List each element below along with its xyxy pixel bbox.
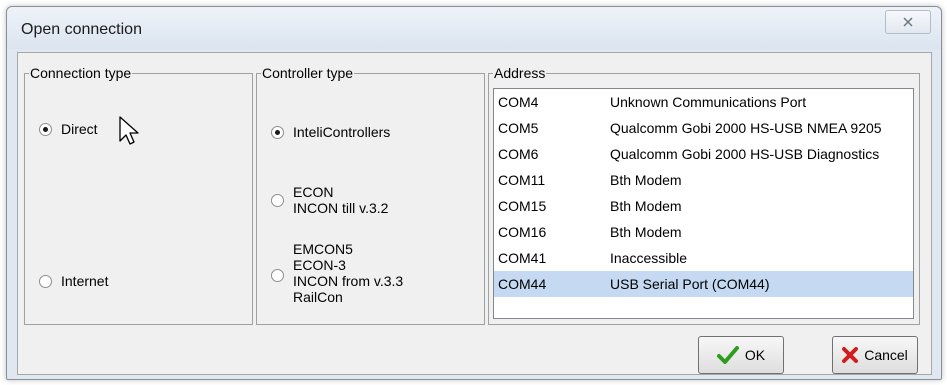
close-icon <box>903 17 913 27</box>
controller-type-group: Controller type InteliControllers ECON I… <box>256 65 485 325</box>
port-description: Bth Modem <box>610 198 682 214</box>
port-description: Bth Modem <box>610 172 682 188</box>
radio-intelicontrollers-label: InteliControllers <box>293 124 391 140</box>
radio-direct[interactable]: Direct <box>39 121 98 137</box>
radio-direct-indicator[interactable] <box>39 123 52 136</box>
port-description: Bth Modem <box>610 224 682 240</box>
radio-direct-label: Direct <box>61 121 98 137</box>
radio-emcon[interactable]: EMCON5 ECON-3 INCON from v.3.3 RailCon <box>271 241 403 305</box>
port-name: COM4 <box>498 94 539 110</box>
window-title: Open connection <box>21 21 142 38</box>
port-description: Qualcomm Gobi 2000 HS-USB NMEA 9205 <box>610 120 882 136</box>
port-name: COM5 <box>498 120 539 136</box>
radio-internet-label: Internet <box>61 273 109 289</box>
radio-emcon-indicator[interactable] <box>271 269 284 282</box>
connection-type-label: Connection type <box>29 65 133 81</box>
controller-type-label: Controller type <box>261 65 355 81</box>
list-item[interactable]: COM41 Inaccessible <box>494 245 913 271</box>
port-name: COM16 <box>498 224 547 240</box>
port-description: Unknown Communications Port <box>610 94 807 110</box>
port-description: USB Serial Port (COM44) <box>610 276 770 292</box>
radio-econ-indicator[interactable] <box>271 194 284 207</box>
cancel-button[interactable]: Cancel <box>832 336 918 374</box>
radio-internet[interactable]: Internet <box>39 273 108 289</box>
radio-emcon-label: EMCON5 ECON-3 INCON from v.3.3 RailCon <box>293 241 404 305</box>
address-list[interactable]: COM4 Unknown Communications Port COM5 Qualc… <box>493 88 914 319</box>
dialog-content: Connection type Direct Internet Controll… <box>17 52 932 375</box>
address-label: Address <box>493 65 547 81</box>
cancel-button-label: Cancel <box>864 347 908 363</box>
list-item[interactable]: COM15 Bth Modem <box>494 193 913 219</box>
ok-button-label: OK <box>744 347 766 363</box>
list-item[interactable]: COM11 Bth Modem <box>494 167 913 193</box>
radio-intelicontrollers-indicator[interactable] <box>271 126 284 139</box>
port-name: COM41 <box>498 250 547 266</box>
list-item[interactable]: COM6 Qualcomm Gobi 2000 HS-USB Diagnostic… <box>494 141 913 167</box>
list-item[interactable]: COM44 USB Serial Port (COM44) <box>494 271 913 297</box>
list-item[interactable]: COM5 Qualcomm Gobi 2000 HS-USB NMEA 9205 <box>494 115 913 141</box>
port-name: COM44 <box>498 276 547 292</box>
port-name: COM15 <box>498 198 547 214</box>
radio-internet-indicator[interactable] <box>39 275 52 288</box>
cancel-x-icon <box>842 347 859 363</box>
connection-type-group: Connection type Direct Internet <box>24 65 253 325</box>
close-button[interactable] <box>885 10 931 34</box>
radio-econ[interactable]: ECON INCON till v.3.2 <box>271 184 388 216</box>
list-item[interactable]: COM4 Unknown Communications Port <box>494 89 913 115</box>
port-description: Qualcomm Gobi 2000 HS-USB Diagnostics <box>610 146 880 162</box>
open-connection-dialog: Open connection Connection type Direct I… <box>6 6 942 380</box>
port-name: COM11 <box>498 172 546 188</box>
port-name: COM6 <box>498 146 539 162</box>
radio-econ-label: ECON INCON till v.3.2 <box>293 184 389 216</box>
port-description: Inaccessible <box>610 250 688 266</box>
list-item[interactable]: COM16 Bth Modem <box>494 219 913 245</box>
address-group: Address COM4 Unknown Communications Port C… <box>488 65 920 325</box>
checkmark-icon <box>716 346 739 364</box>
radio-intelicontrollers[interactable]: InteliControllers <box>271 124 390 140</box>
ok-button[interactable]: OK <box>698 336 784 374</box>
title-bar[interactable]: Open connection <box>7 7 941 49</box>
mouse-cursor-icon <box>119 116 139 145</box>
